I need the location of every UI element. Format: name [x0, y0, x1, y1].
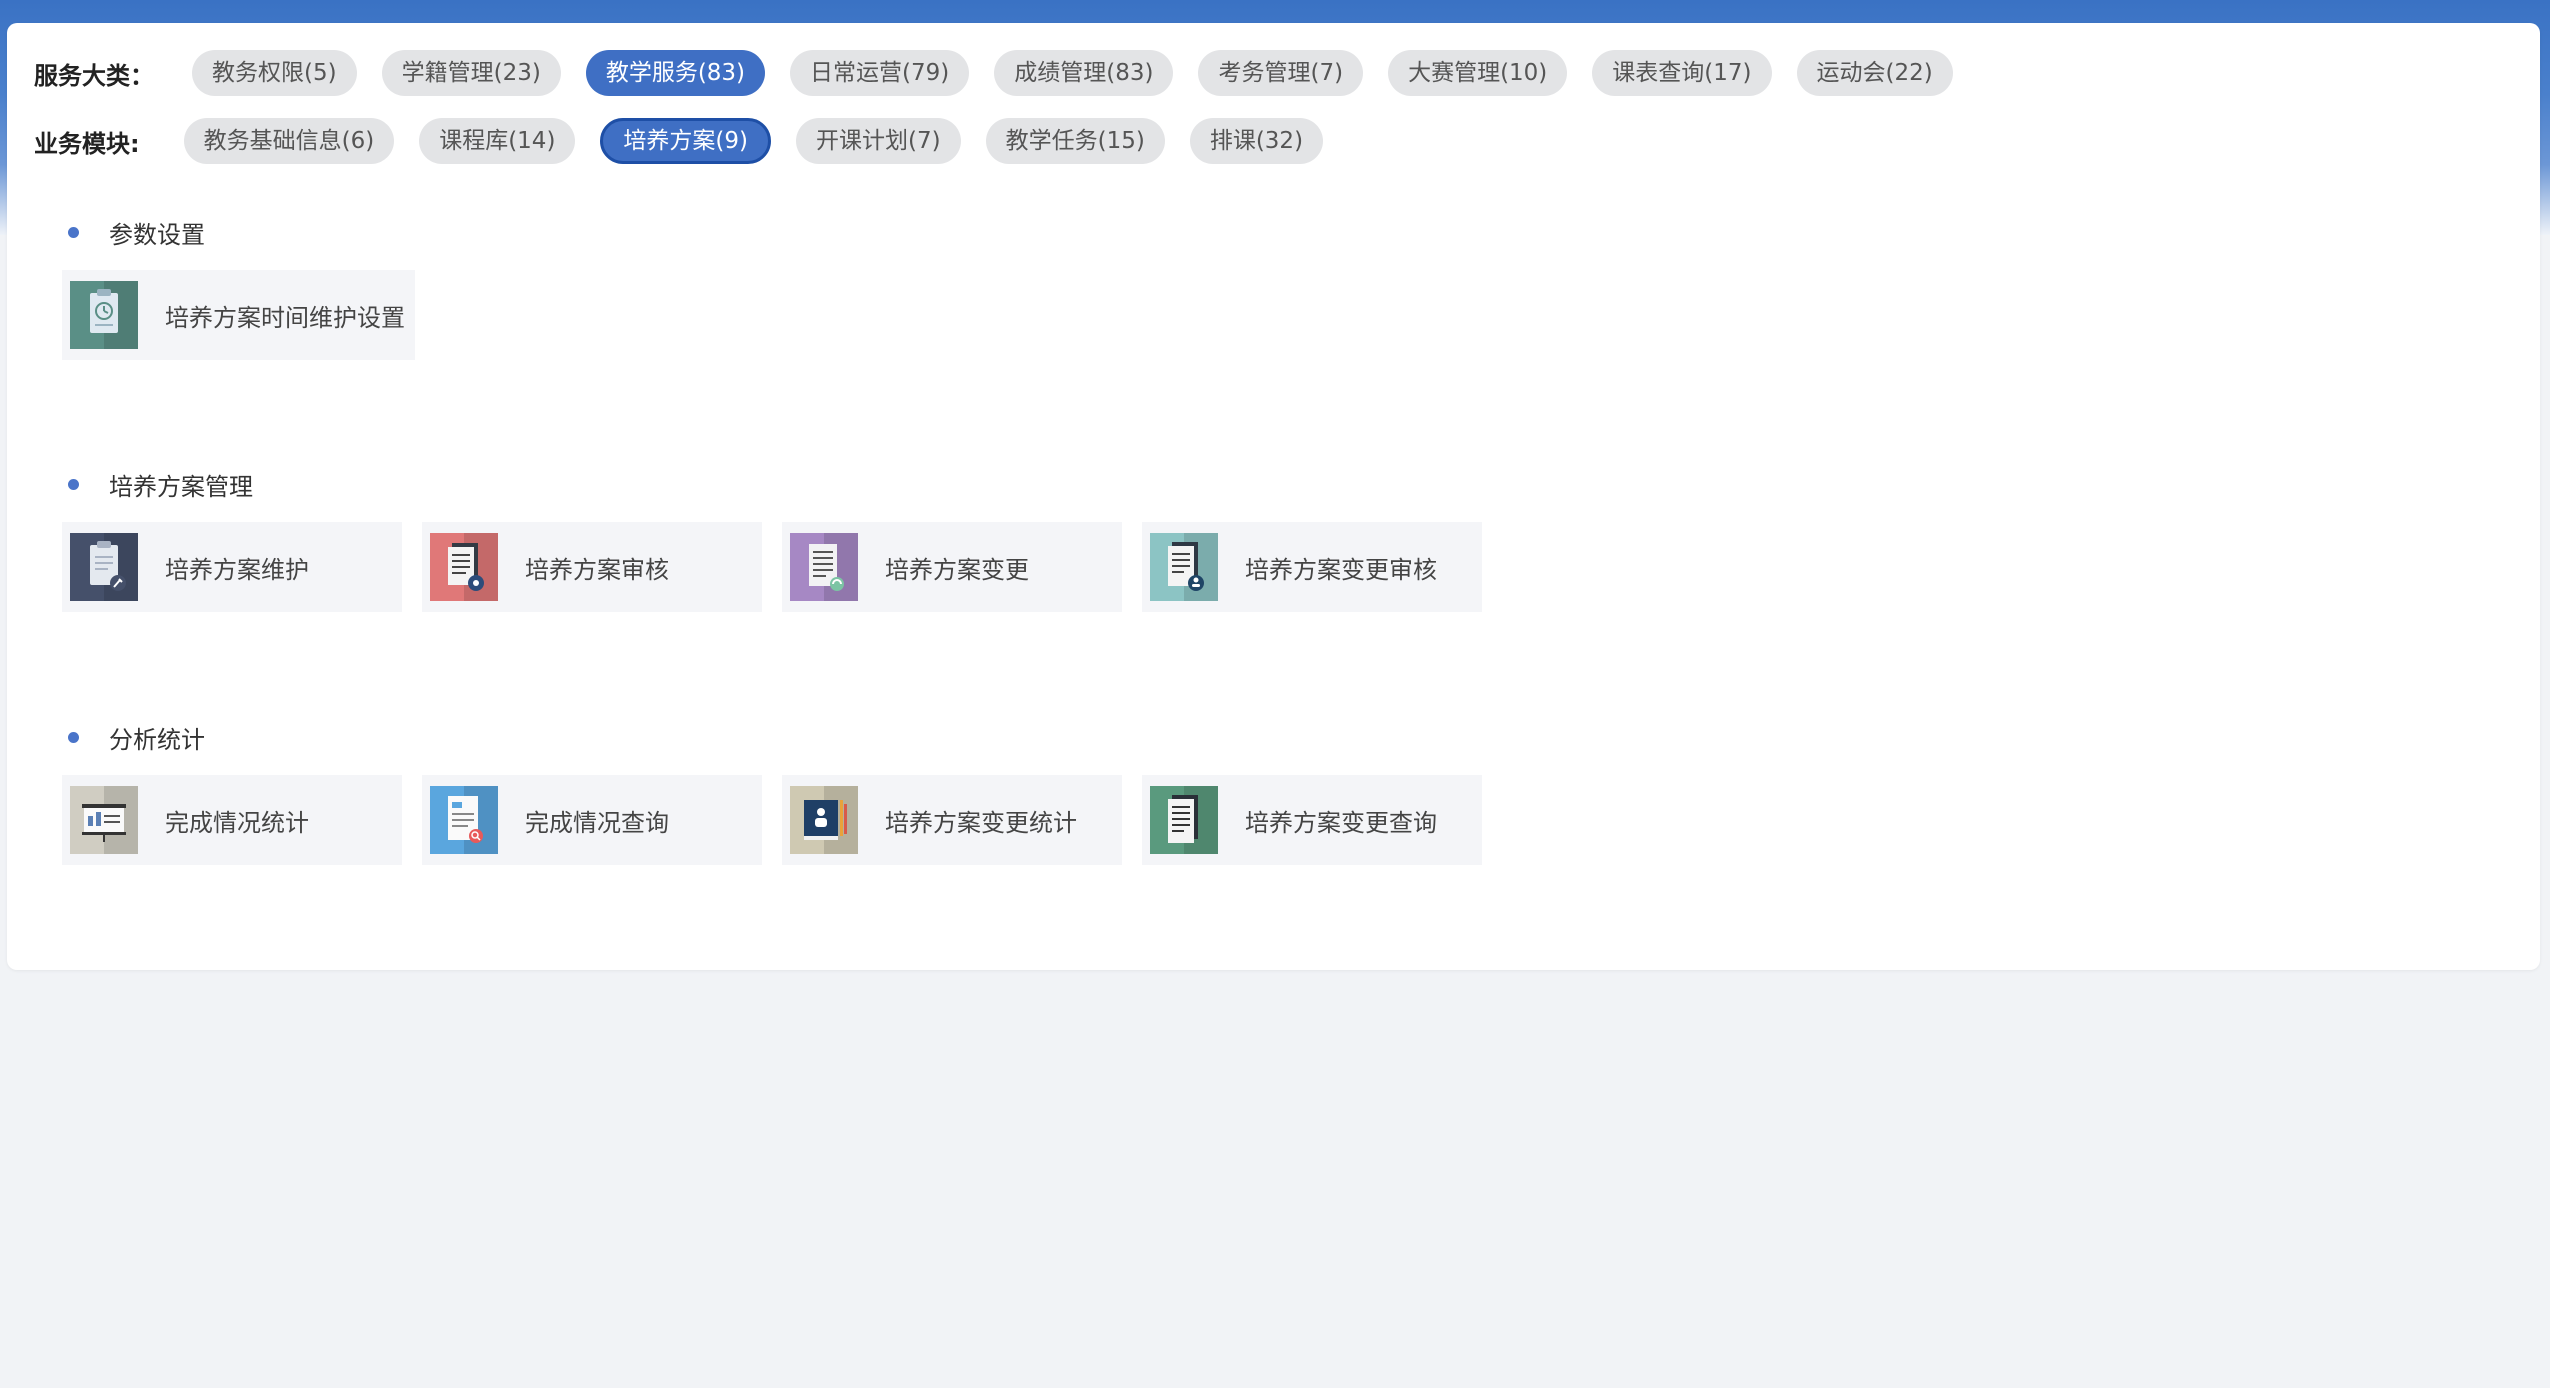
section-title-text: 培养方案管理	[109, 472, 253, 501]
card-training-program-change-statistics[interactable]: 培养方案变更统计	[782, 775, 1122, 865]
section-title: 分析统计	[62, 717, 1502, 757]
business-module-label: 业务模块:	[34, 129, 140, 158]
category-pill-sports-meet[interactable]: 运动会(22)	[1796, 50, 1953, 96]
main-panel: 服务大类： 教务权限(5) 学籍管理(23) 教学服务(83) 日常运营(79)…	[7, 23, 2540, 970]
card-completion-statistics[interactable]: 完成情况统计	[62, 775, 402, 865]
card-training-program-change-query[interactable]: 培养方案变更查询	[1142, 775, 1482, 865]
card-training-program-change-review[interactable]: 培养方案变更审核	[1142, 522, 1482, 612]
service-category-filter: 服务大类： 教务权限(5) 学籍管理(23) 教学服务(83) 日常运营(79)…	[34, 49, 1978, 97]
section-training-program-management: 培养方案管理 培养方案维护 培养方案审核 培养方案变更 培养方案变更审核	[62, 464, 1502, 612]
card-completion-query[interactable]: 完成情况查询	[422, 775, 762, 865]
card-training-program-review[interactable]: 培养方案审核	[422, 522, 762, 612]
section-analysis-statistics: 分析统计 完成情况统计 完成情况查询 培养方案变更统计 培养方案变更查询	[62, 717, 1502, 865]
card-label: 完成情况统计	[165, 808, 309, 837]
document-user-icon	[1150, 533, 1218, 601]
card-label: 培养方案变更查询	[1245, 808, 1437, 837]
section-title-text: 分析统计	[109, 725, 205, 754]
category-pill-teaching-services[interactable]: 教学服务(83)	[585, 50, 766, 96]
service-category-label: 服务大类：	[34, 61, 154, 90]
bullet-dot	[68, 731, 79, 743]
presentation-board-icon	[70, 786, 138, 854]
card-label: 培养方案审核	[525, 555, 669, 584]
card-training-program-change[interactable]: 培养方案变更	[782, 522, 1122, 612]
module-pill-training-program[interactable]: 培养方案(9)	[600, 118, 772, 164]
section-parameter-settings: 参数设置 培养方案时间维护设置	[62, 212, 435, 360]
card-label: 培养方案维护	[165, 555, 309, 584]
module-pill-scheduling[interactable]: 排课(32)	[1189, 118, 1324, 164]
bullet-dot	[68, 226, 79, 238]
card-label: 培养方案变更审核	[1245, 555, 1437, 584]
bullet-dot	[68, 478, 79, 490]
section-title: 参数设置	[62, 212, 435, 252]
document-list-icon	[1150, 786, 1218, 854]
card-label: 培养方案变更统计	[885, 808, 1077, 837]
document-refresh-icon	[790, 533, 858, 601]
category-pill-timetable-query[interactable]: 课表查询(17)	[1592, 50, 1772, 96]
category-pill-competition-management[interactable]: 大赛管理(10)	[1388, 50, 1568, 96]
card-label: 完成情况查询	[525, 808, 669, 837]
category-pill-academic-permissions[interactable]: 教务权限(5)	[192, 50, 357, 96]
card-label: 培养方案变更	[885, 555, 1029, 584]
document-gear-icon	[430, 533, 498, 601]
category-pill-student-records[interactable]: 学籍管理(23)	[381, 50, 561, 96]
category-pill-grade-management[interactable]: 成绩管理(83)	[994, 50, 1174, 96]
document-search-icon	[430, 786, 498, 854]
module-pill-course-library[interactable]: 课程库(14)	[419, 118, 576, 164]
card-training-program-time-settings[interactable]: 培养方案时间维护设置	[62, 270, 415, 360]
category-pill-daily-operations[interactable]: 日常运营(79)	[790, 50, 970, 96]
section-title-text: 参数设置	[109, 220, 205, 249]
card-label: 培养方案时间维护设置	[165, 303, 405, 332]
clipboard-clock-icon	[70, 281, 138, 349]
card-training-program-maintenance[interactable]: 培养方案维护	[62, 522, 402, 612]
section-title: 培养方案管理	[62, 464, 1502, 504]
module-pill-course-plan[interactable]: 开课计划(7)	[796, 118, 961, 164]
book-user-icon	[790, 786, 858, 854]
module-pill-teaching-tasks[interactable]: 教学任务(15)	[985, 118, 1165, 164]
category-pill-exam-management[interactable]: 考务管理(7)	[1198, 50, 1364, 96]
business-module-filter: 业务模块: 教务基础信息(6) 课程库(14) 培养方案(9) 开课计划(7) …	[34, 117, 1348, 165]
module-pill-basic-info[interactable]: 教务基础信息(6)	[183, 118, 395, 164]
clipboard-wrench-icon	[70, 533, 138, 601]
